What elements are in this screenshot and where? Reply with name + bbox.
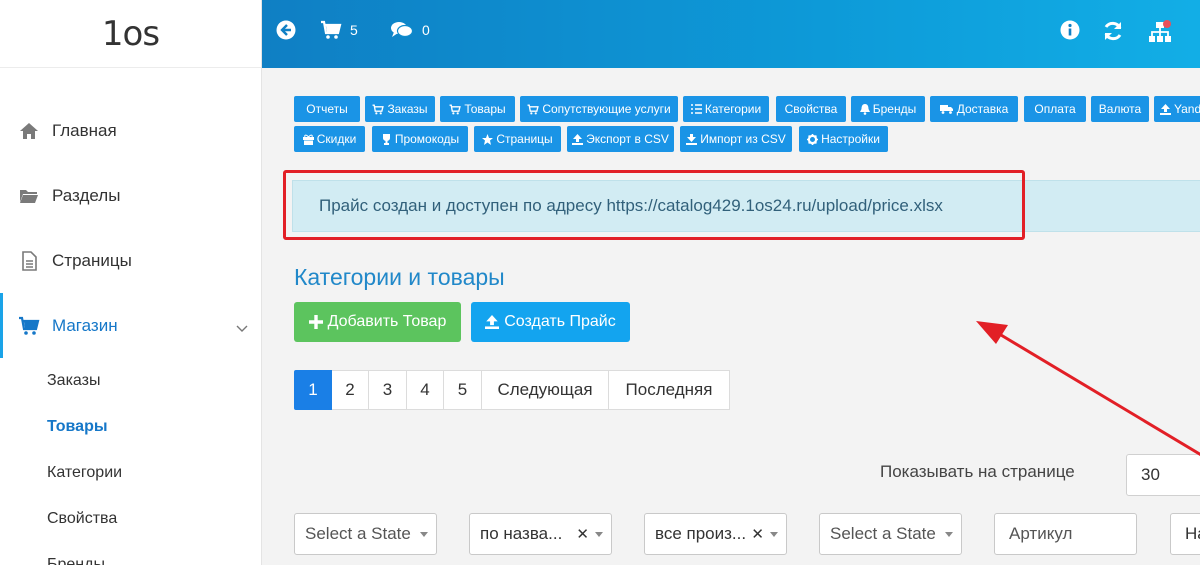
sidebar-menu: Главная Разделы Страницы Магазин Заказы …: [0, 98, 262, 565]
sitemap-icon: [1149, 20, 1171, 42]
comments-icon: [391, 22, 414, 38]
sidebar-item-home[interactable]: Главная: [0, 98, 262, 163]
tab-currency[interactable]: Валюта: [1091, 96, 1149, 122]
page-title: Категории и товары: [294, 264, 505, 290]
tab-products[interactable]: Товары: [440, 96, 515, 122]
per-page-label: Показывать на странице: [880, 462, 1075, 481]
cart-icon: [321, 20, 342, 39]
cart-button[interactable]: 5: [320, 20, 358, 40]
upload-icon: [1160, 103, 1171, 115]
tab-orders[interactable]: Заказы: [365, 96, 435, 122]
caret-down-icon: [770, 532, 778, 537]
gear-icon: [807, 133, 819, 145]
tab-discounts[interactable]: Скидки: [294, 126, 365, 152]
cart-count: 5: [350, 22, 358, 38]
sidebar-item-label: Страницы: [52, 250, 132, 270]
sidebar-subitem-categories[interactable]: Категории: [0, 450, 262, 496]
tab-import-csv[interactable]: Импорт из CSV: [680, 126, 792, 152]
sidebar-item-sections[interactable]: Разделы: [0, 163, 262, 228]
page-link[interactable]: 5: [444, 370, 482, 410]
refresh-icon: [1104, 21, 1122, 41]
upload-icon: [485, 315, 500, 329]
manufacturer-select[interactable]: все произ... ✕: [644, 513, 787, 555]
sidebar-subitem-brands[interactable]: Бренды: [0, 542, 262, 565]
list-icon: [690, 104, 702, 114]
tab-properties[interactable]: Свойства: [776, 96, 846, 122]
page-link[interactable]: 4: [407, 370, 444, 410]
page-link[interactable]: 1: [294, 370, 332, 410]
next-page-link[interactable]: Следующая: [482, 370, 609, 410]
sidebar-item-label: Главная: [52, 120, 117, 140]
back-button[interactable]: [276, 20, 296, 40]
tab-payment[interactable]: Оплата: [1024, 96, 1086, 122]
state-select[interactable]: Select a State: [294, 513, 437, 555]
pagination: 1 2 3 4 5 Следующая Последняя: [294, 370, 730, 410]
add-product-button[interactable]: Добавить Товар: [294, 302, 461, 342]
home-icon: [18, 120, 40, 142]
info-icon: [1060, 20, 1080, 40]
sidebar: 1os Главная Разделы Страницы Магазин Зак…: [0, 0, 262, 565]
folder-icon: [18, 185, 40, 207]
top-bar: 5 0: [262, 0, 1200, 68]
sidebar-subitem-products[interactable]: Товары: [0, 404, 262, 450]
tab-export-csv[interactable]: Экспорт в CSV: [567, 126, 674, 152]
trophy-icon: [382, 133, 390, 145]
gift-icon: [302, 134, 314, 145]
sidebar-item-pages[interactable]: Страницы: [0, 228, 262, 293]
sidebar-subitem-properties[interactable]: Свойства: [0, 496, 262, 542]
per-page-input[interactable]: 30: [1126, 454, 1200, 496]
refresh-button[interactable]: [1102, 20, 1124, 42]
state-select-2[interactable]: Select a State: [819, 513, 962, 555]
last-page-link[interactable]: Последняя: [609, 370, 730, 410]
chevron-down-icon[interactable]: [236, 319, 248, 332]
tab-delivery[interactable]: Доставка: [930, 96, 1018, 122]
clear-icon[interactable]: ✕: [751, 525, 764, 543]
annotation-highlight-box: [283, 170, 1025, 240]
tab-brands[interactable]: Бренды: [851, 96, 925, 122]
caret-down-icon: [420, 532, 428, 537]
messages-count: 0: [422, 22, 430, 38]
tab-yandex[interactable]: Yandex: [1154, 96, 1200, 122]
arrow-left-circle-icon: [276, 20, 296, 40]
article-input[interactable]: Артикул: [994, 513, 1137, 555]
tab-related-services[interactable]: Сопутствующие услуги: [520, 96, 678, 122]
messages-button[interactable]: 0: [390, 20, 430, 40]
page-link[interactable]: 2: [332, 370, 369, 410]
cart-icon: [527, 103, 540, 114]
main-content: Отчеты Заказы Товары Сопутствующие услуг…: [262, 68, 1200, 565]
plus-icon: [308, 315, 323, 329]
sidebar-subitem-orders[interactable]: Заказы: [0, 358, 262, 404]
cart-icon: [372, 103, 385, 114]
truck-icon: [939, 105, 953, 114]
logo[interactable]: 1os: [0, 0, 261, 68]
upload-icon: [572, 133, 584, 145]
sidebar-item-label: Магазин: [52, 315, 118, 335]
cart-icon: [18, 315, 40, 337]
file-icon: [18, 250, 40, 272]
name-input[interactable]: На: [1170, 513, 1200, 555]
logo-text: 1os: [101, 13, 160, 54]
info-button[interactable]: [1060, 20, 1080, 40]
caret-down-icon: [595, 532, 603, 537]
cart-icon: [449, 103, 462, 114]
star-icon: [482, 133, 494, 145]
tab-promocodes[interactable]: Промокоды: [372, 126, 468, 152]
sitemap-button[interactable]: [1148, 20, 1174, 44]
caret-down-icon: [945, 532, 953, 537]
create-price-button[interactable]: Создать Прайс: [471, 302, 630, 342]
tab-reports[interactable]: Отчеты: [294, 96, 360, 122]
clear-icon[interactable]: ✕: [576, 525, 589, 543]
tab-pages[interactable]: Страницы: [474, 126, 561, 152]
sidebar-item-shop[interactable]: Магазин: [0, 293, 262, 358]
download-icon: [686, 133, 698, 145]
sort-by-name-select[interactable]: по назва... ✕: [469, 513, 612, 555]
page-link[interactable]: 3: [369, 370, 407, 410]
bell-icon: [859, 103, 870, 115]
sidebar-item-label: Разделы: [52, 185, 121, 205]
tab-settings[interactable]: Настройки: [799, 126, 888, 152]
tab-categories[interactable]: Категории: [683, 96, 769, 122]
